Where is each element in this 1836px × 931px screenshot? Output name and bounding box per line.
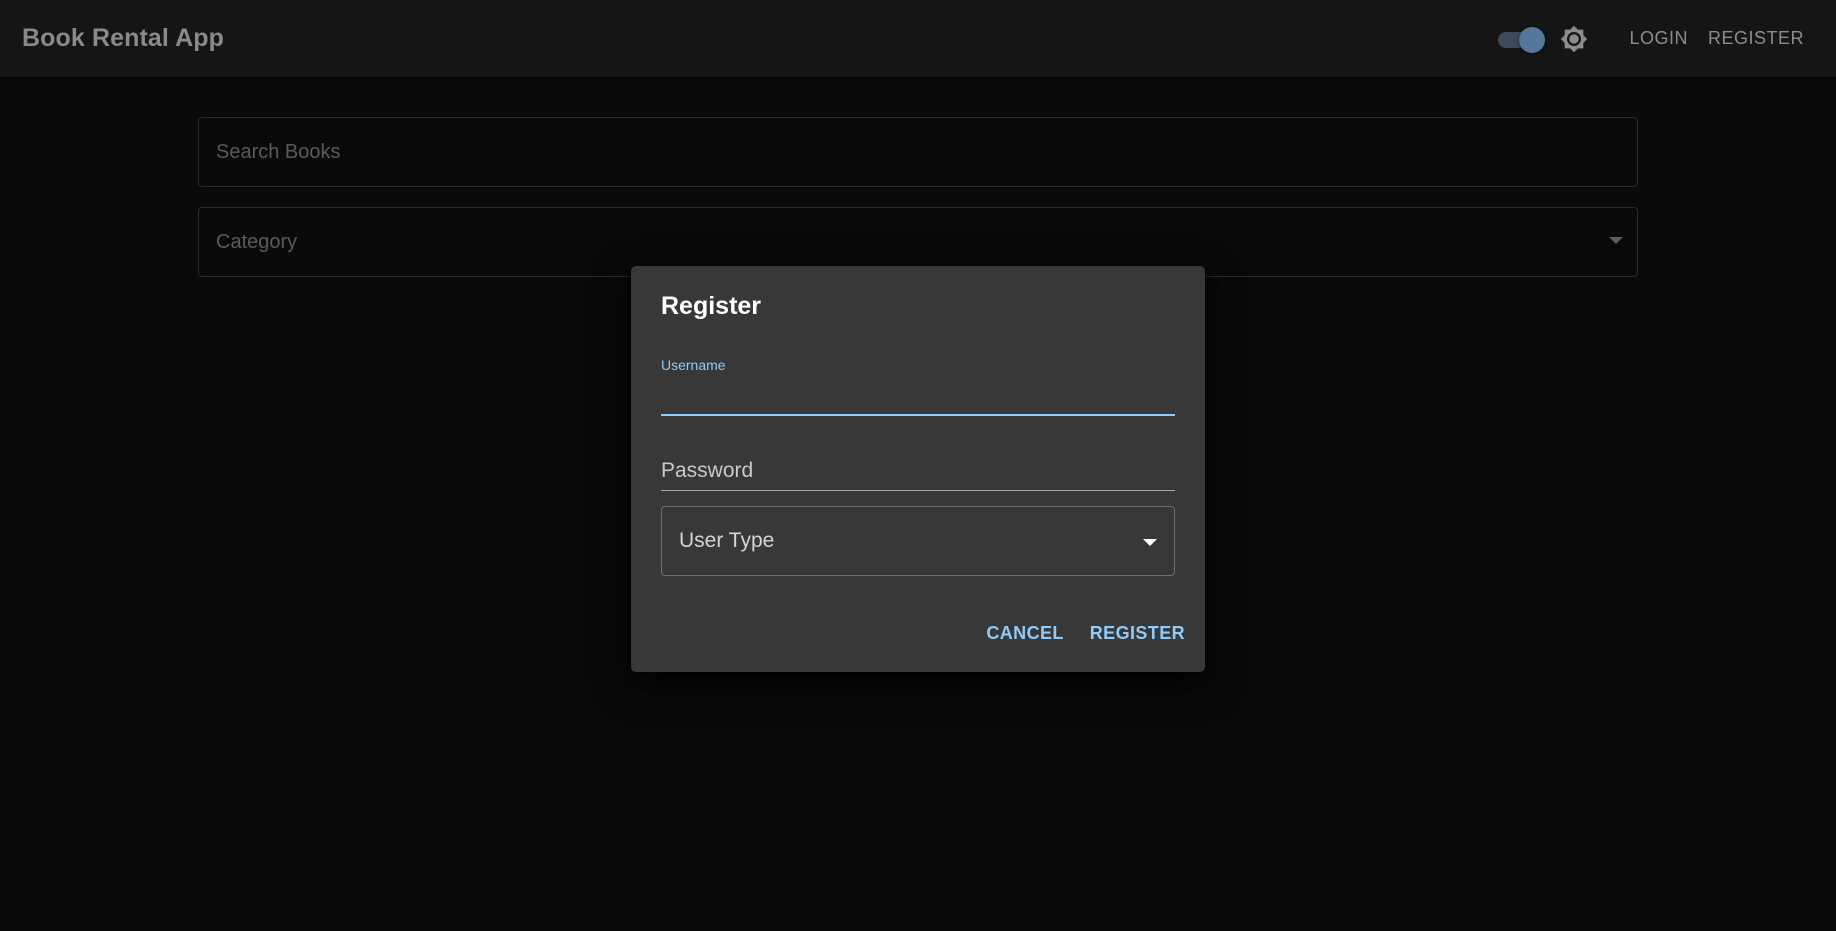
search-books-input[interactable]: Search Books (198, 117, 1638, 187)
theme-toggle-switch[interactable] (1495, 24, 1546, 54)
app-bar: Book Rental App LOGIN REGISTER (0, 0, 1836, 77)
dialog-title: Register (661, 292, 762, 320)
password-input[interactable] (661, 451, 1175, 491)
username-input[interactable] (661, 378, 1175, 416)
register-submit-button[interactable]: REGISTER (1080, 615, 1195, 652)
category-label: Category (216, 230, 298, 253)
chevron-down-icon (1609, 237, 1623, 244)
cancel-button[interactable]: CANCEL (976, 615, 1073, 652)
login-button[interactable]: LOGIN (1619, 22, 1698, 55)
brightness-icon (1559, 24, 1589, 54)
dialog-actions: CANCEL REGISTER (976, 615, 1195, 652)
user-type-label: User Type (679, 529, 775, 552)
search-books-placeholder: Search Books (216, 140, 341, 163)
app-title: Book Rental App (22, 24, 224, 52)
register-nav-button[interactable]: REGISTER (1698, 22, 1814, 55)
switch-thumb (1519, 26, 1546, 53)
user-type-select[interactable]: User Type (661, 506, 1175, 576)
chevron-down-icon (1143, 539, 1157, 546)
username-label: Username (661, 357, 726, 373)
register-dialog: Register Username User Type CANCEL REGIS… (631, 266, 1205, 672)
